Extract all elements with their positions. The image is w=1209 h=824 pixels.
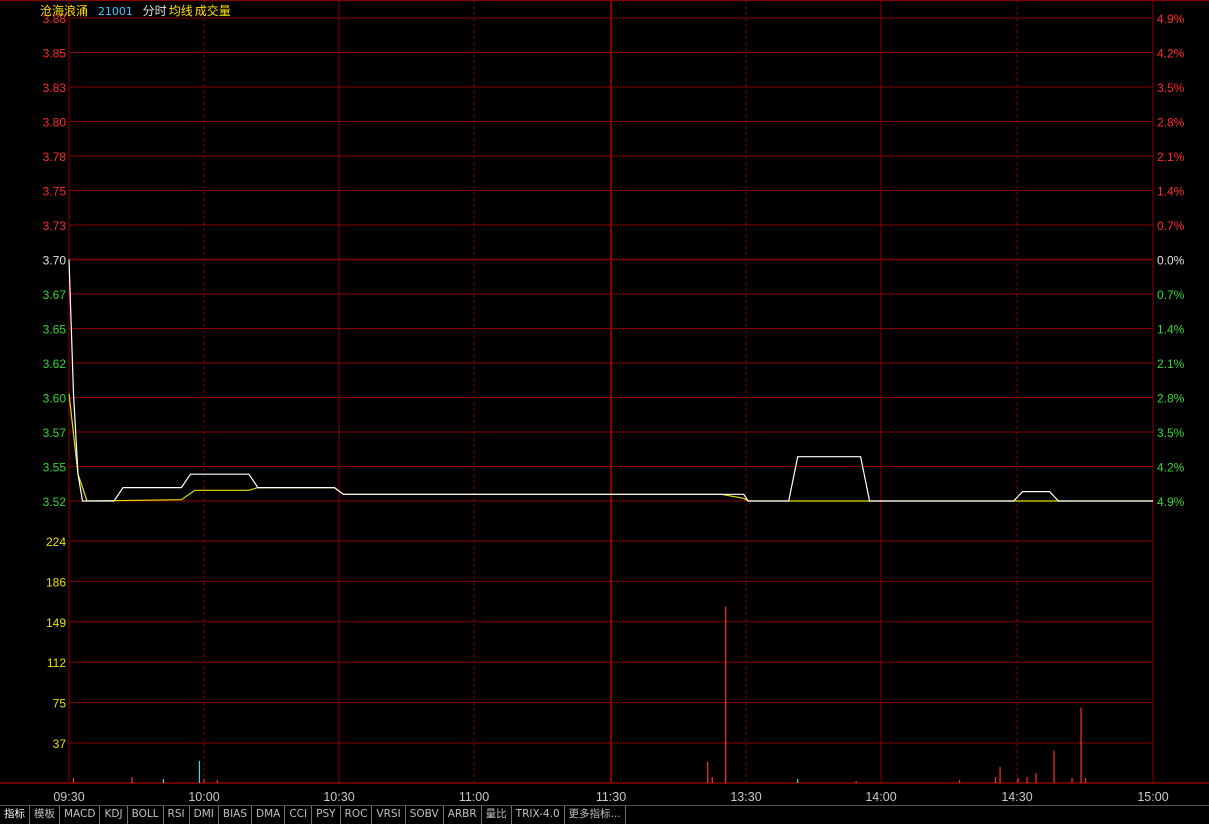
tab-boll[interactable]: BOLL [128, 806, 164, 824]
percent-axis-label: 2.1% [1157, 357, 1185, 371]
volume-axis-label: 75 [53, 697, 67, 711]
price-axis-label: 3.83 [43, 81, 67, 95]
price-axis-label: 3.52 [43, 495, 67, 509]
volume-axis-label: 186 [46, 575, 66, 589]
tab-volume-ratio[interactable]: 量比 [482, 806, 512, 824]
price-axis-label: 3.62 [43, 357, 67, 371]
indicator-label-avg: 均线 [168, 4, 193, 18]
price-axis-label: 3.75 [43, 185, 67, 199]
price-axis-label: 3.78 [43, 150, 67, 164]
tab-macd[interactable]: MACD [60, 806, 101, 824]
chart-header: 沧海浪涌 21001 分时 均线 成交量 [40, 2, 237, 18]
percent-axis-label: 3.5% [1157, 81, 1185, 95]
volume-axis-label: 149 [46, 616, 66, 630]
price-axis-label: 3.70 [43, 254, 67, 268]
price-axis-label: 3.67 [43, 288, 67, 302]
tab-arbr[interactable]: ARBR [444, 806, 482, 824]
percent-axis-label: 4.9% [1157, 12, 1185, 26]
tab-bias[interactable]: BIAS [219, 806, 253, 824]
time-axis-label: 14:30 [1001, 790, 1032, 804]
intraday-chart[interactable]: 3.883.853.833.803.783.753.733.703.673.65… [0, 0, 1209, 805]
tab-cci[interactable]: CCI [285, 806, 313, 824]
percent-axis-label: 0.0% [1157, 254, 1185, 268]
tab-kdj[interactable]: KDJ [100, 806, 128, 824]
tab-roc[interactable]: ROC [341, 806, 373, 824]
percent-axis-label: 2.8% [1157, 116, 1185, 130]
volume-axis-label: 37 [53, 737, 67, 751]
tab-vrsi[interactable]: VRSI [372, 806, 406, 824]
volume-axis-label: 112 [47, 656, 66, 670]
tab-template[interactable]: 模板 [30, 806, 60, 824]
stock-code: 21001 [97, 5, 133, 18]
percent-axis-label: 4.2% [1157, 461, 1185, 475]
tab-more-indicators[interactable]: 更多指标... [565, 806, 626, 824]
price-axis-label: 3.73 [43, 219, 67, 233]
tab-psy[interactable]: PSY [312, 806, 341, 824]
percent-axis-label: 0.7% [1157, 219, 1185, 233]
price-axis-label: 3.80 [43, 116, 67, 130]
time-axis-label: 10:30 [323, 790, 354, 804]
tab-dma[interactable]: DMA [252, 806, 286, 824]
percent-axis-label: 4.9% [1157, 495, 1185, 509]
tab-indicator[interactable]: 指标 [0, 806, 30, 824]
price-axis-label: 3.85 [43, 47, 67, 61]
indicator-label-volume: 成交量 [194, 4, 231, 18]
indicator-tab-bar: 指标 模板 MACD KDJ BOLL RSI DMI BIAS DMA CCI… [0, 805, 1209, 824]
tab-sobv[interactable]: SOBV [406, 806, 444, 824]
percent-axis-label: 1.4% [1157, 185, 1185, 199]
time-axis-label: 09:30 [53, 790, 84, 804]
time-axis-label: 11:00 [459, 790, 489, 804]
percent-axis-label: 3.5% [1157, 426, 1185, 440]
price-axis-label: 3.65 [43, 323, 67, 337]
percent-axis-label: 2.8% [1157, 392, 1185, 406]
percent-axis-label: 2.1% [1157, 150, 1185, 164]
price-axis-label: 3.57 [43, 426, 67, 440]
indicator-label-time: 分时 [142, 4, 167, 18]
tab-dmi[interactable]: DMI [190, 806, 219, 824]
percent-axis-label: 1.4% [1157, 323, 1185, 337]
time-axis-label: 11:30 [596, 790, 626, 804]
volume-axis-label: 224 [46, 535, 66, 549]
time-axis-label: 13:30 [730, 790, 761, 804]
stock-name: 沧海浪涌 [40, 4, 89, 18]
time-axis-label: 15:00 [1137, 790, 1168, 804]
tab-rsi[interactable]: RSI [164, 806, 190, 824]
price-axis-label: 3.60 [43, 392, 67, 406]
time-axis-label: 10:00 [188, 790, 219, 804]
time-axis-label: 14:00 [865, 790, 896, 804]
percent-axis-label: 4.2% [1157, 47, 1185, 61]
tab-trix[interactable]: TRIX-4.0 [512, 806, 565, 824]
price-axis-label: 3.55 [43, 461, 67, 475]
percent-axis-label: 0.7% [1157, 288, 1185, 302]
